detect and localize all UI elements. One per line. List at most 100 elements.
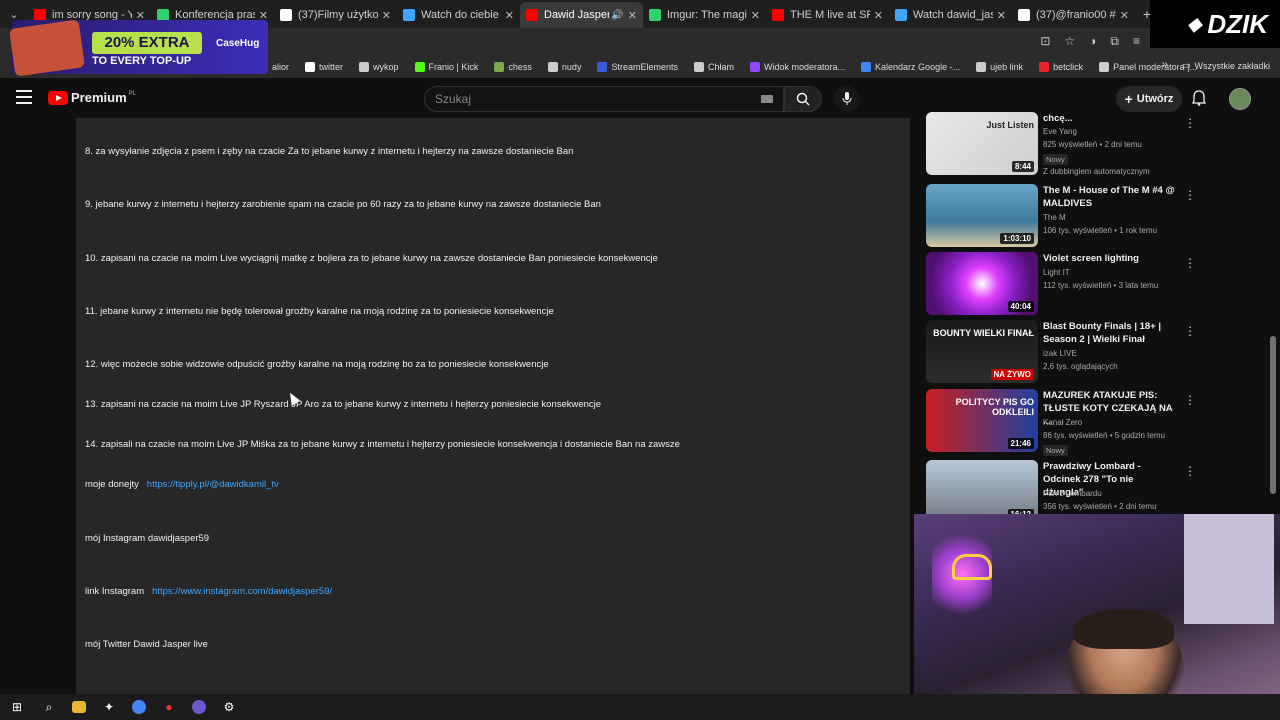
tab-favicon-icon — [772, 9, 784, 21]
scrollbar[interactable] — [1270, 336, 1276, 494]
bookmark-item[interactable]: Franio | Kick — [414, 62, 478, 72]
bookmark-favicon-icon — [359, 62, 370, 72]
bookmark-favicon-icon — [597, 62, 608, 72]
tab-title: Imgur: The magic of — [667, 9, 747, 21]
app-icon[interactable]: ✦ — [100, 698, 118, 716]
video-thumbnail[interactable]: Just Listen 8:44 — [926, 112, 1038, 175]
video-thumbnail[interactable]: POLITYCY PIS GO ODKLEILI 21:46 — [926, 389, 1038, 452]
video-meta: 2,6 tys. oglądających — [1043, 362, 1118, 371]
close-tab-icon[interactable]: ✕ — [1120, 9, 1129, 22]
video-meta: 112 tys. wyświetleń • 3 lata temu — [1043, 281, 1159, 290]
recommended-video[interactable]: 1:03:10 The M - House of The M #4 @ MALDI… — [926, 184, 1196, 248]
search-input[interactable]: Szukaj — [424, 86, 784, 112]
media-icon[interactable]: ≡ — [1133, 34, 1140, 49]
more-options-icon[interactable]: ⋮ — [1184, 393, 1196, 407]
obs-icon[interactable]: ● — [160, 698, 178, 716]
video-title[interactable]: Violet screen lighting — [1043, 252, 1175, 265]
recommended-video[interactable]: BOUNTY WIELKI FINAŁ NA ŻYWO Blast Bounty F… — [926, 320, 1196, 384]
more-options-icon[interactable]: ⋮ — [1184, 188, 1196, 202]
browser-tab[interactable]: Watch dawid_jasper ✕ — [889, 2, 1012, 28]
close-tab-icon[interactable]: ✕ — [751, 9, 760, 22]
search-button[interactable] — [784, 86, 822, 112]
close-tab-icon[interactable]: ✕ — [505, 9, 514, 22]
bookmark-favicon-icon — [861, 62, 872, 72]
install-icon[interactable]: ⊡ — [1040, 34, 1050, 49]
bookmark-item[interactable]: Chłam — [693, 62, 734, 72]
video-title[interactable]: The M - House of The M #4 @ MALDIVES — [1043, 184, 1175, 210]
tab-favicon-icon — [649, 9, 661, 21]
donate-link[interactable]: https://tipply.pl/@dawidkamil_tv — [147, 479, 279, 490]
more-options-icon[interactable]: ⋮ — [1184, 464, 1196, 478]
notifications-bell-icon[interactable] — [1191, 90, 1207, 111]
webcam-overlay — [914, 514, 1280, 720]
tab-favicon-icon — [403, 9, 415, 21]
bookmark-item[interactable]: betclick — [1039, 62, 1083, 72]
extension-icon[interactable]: ◑ — [1089, 34, 1096, 49]
bookmark-item[interactable]: chess — [494, 62, 532, 72]
chrome-icon[interactable] — [132, 700, 146, 714]
avatar[interactable] — [1229, 88, 1251, 110]
streamer-hair — [1074, 609, 1174, 649]
instagram-link[interactable]: https://www.instagram.com/dawidjasper59/ — [152, 586, 332, 597]
bookmark-item[interactable]: Kalendarz Google -... — [861, 62, 960, 72]
more-options-icon[interactable]: ⋮ — [1184, 324, 1196, 338]
video-title[interactable]: Blast Bounty Finals | 18+ | Season 2 | W… — [1043, 320, 1175, 346]
menu-icon[interactable] — [16, 90, 32, 108]
windows-start-icon[interactable]: ⊞ — [8, 698, 26, 716]
create-button[interactable]: + Utwórz — [1116, 86, 1182, 112]
voice-search-button[interactable] — [834, 86, 860, 112]
youtube-logo[interactable]: Premium PL — [48, 90, 136, 105]
bookmark-item[interactable]: StreamElements — [597, 62, 678, 72]
more-options-icon[interactable]: ⋮ — [1184, 256, 1196, 270]
microphone-icon — [842, 92, 852, 105]
neon-car-sign — [952, 554, 992, 580]
speaker-icon[interactable]: 🔊 — [611, 10, 623, 21]
channel-name[interactable]: izak LIVE — [1043, 349, 1077, 358]
bookmark-item[interactable]: ujeb link — [976, 62, 1023, 72]
bookmark-item[interactable]: nudy — [547, 62, 581, 72]
video-meta: 86 tys. wyświetleń • 5 godzin temu — [1043, 431, 1165, 440]
video-thumbnail[interactable]: 40:04 — [926, 252, 1038, 315]
channel-name[interactable]: Light IT — [1043, 268, 1070, 277]
recommended-video[interactable]: Just Listen 8:44 chcę... Eve Yang 825 wyświe… — [926, 112, 1196, 176]
video-title[interactable]: chcę... — [1043, 112, 1175, 125]
puzzle-icon[interactable]: ⧉ — [1110, 34, 1119, 49]
channel-name[interactable]: The M — [1043, 213, 1066, 222]
bookmark-item[interactable]: wykop — [359, 62, 399, 72]
more-options-icon[interactable]: ⋮ — [1184, 116, 1196, 130]
browser-tab[interactable]: Watch do ciebie | Stre ✕ — [397, 2, 520, 28]
bookmark-item[interactable]: Widok moderatora... — [750, 62, 845, 72]
keyboard-icon[interactable] — [761, 95, 773, 103]
bookmark-star-icon[interactable]: ☆ — [1064, 34, 1075, 49]
bookmark-item[interactable]: twitter — [305, 62, 343, 72]
settings-gear-icon[interactable]: ⚙ — [220, 698, 238, 716]
close-tab-icon[interactable]: ✕ — [628, 9, 637, 22]
channel-name[interactable]: Kanał Zero — [1043, 418, 1082, 427]
channel-name[interactable]: Eve Yang — [1043, 127, 1077, 136]
close-tab-icon[interactable]: ✕ — [382, 9, 391, 22]
browser-tab[interactable]: THE M live at SPEEDL ✕ — [766, 2, 889, 28]
bookmarks-more-button[interactable]: » — [1162, 59, 1168, 71]
youtube-play-icon — [48, 90, 68, 105]
recommended-video[interactable]: POLITYCY PIS GO ODKLEILI 21:46 MAZUREK ATA… — [926, 389, 1196, 456]
browser-tab[interactable]: Dawid Jasper i za🔊 ✕ — [520, 2, 643, 28]
browser-tab[interactable]: (37)Filmy użytkownik ✕ — [274, 2, 397, 28]
browser-tab[interactable]: (37)@franio00 #frar ✕ — [1012, 2, 1135, 28]
close-tab-icon[interactable]: ✕ — [874, 9, 883, 22]
all-bookmarks[interactable]: ▭ Wszystkie zakładki — [1182, 60, 1270, 71]
browser-tab[interactable]: Imgur: The magic of ✕ — [643, 2, 766, 28]
video-duration: 21:46 — [1007, 438, 1034, 449]
thumbnail-text: POLITYCY PIS GO ODKLEILI — [955, 397, 1034, 417]
file-explorer-icon[interactable] — [72, 701, 86, 713]
video-thumbnail[interactable]: BOUNTY WIELKI FINAŁ NA ŻYWO — [926, 320, 1038, 383]
search-icon[interactable]: ⌕ — [40, 698, 58, 716]
channel-name[interactable]: Pan z Lombardu — [1043, 489, 1102, 498]
close-tab-icon[interactable]: ✕ — [997, 9, 1006, 22]
rule-line-11: 11. jebane kurwy z internetu nie będę to… — [85, 306, 554, 317]
video-thumbnail[interactable]: 1:03:10 — [926, 184, 1038, 247]
browser-icon[interactable] — [192, 700, 206, 714]
recommended-video[interactable]: 40:04 Violet screen lighting Light IT 112 t… — [926, 252, 1196, 316]
dzik-logo: ◆ DZIK — [1150, 0, 1280, 48]
ad-brand: CaseHug — [216, 38, 260, 49]
tab-title: Dawid Jasper i za — [544, 9, 610, 21]
